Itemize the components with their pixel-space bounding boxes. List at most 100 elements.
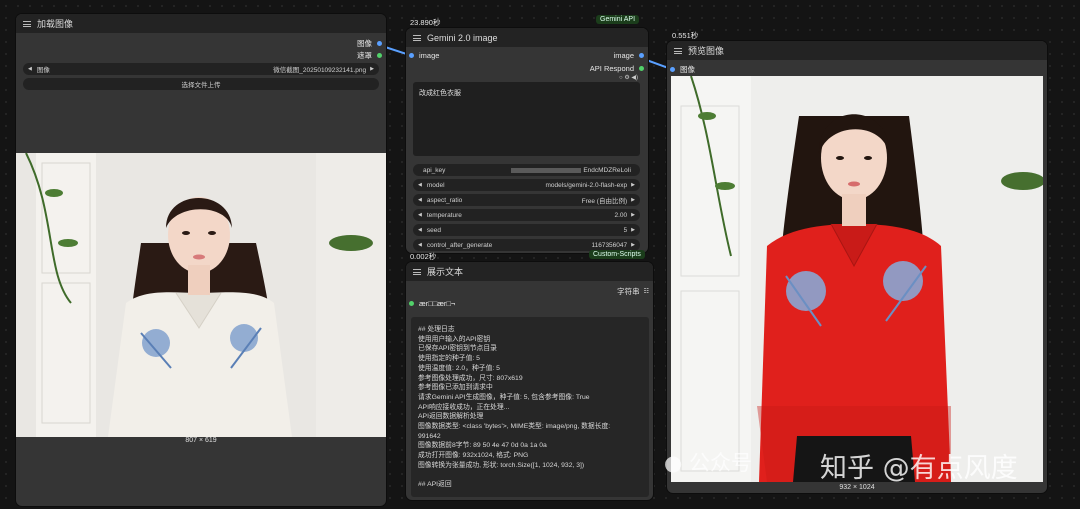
widget-label: seed (426, 226, 441, 234)
grid-icon[interactable]: ☷ (644, 288, 649, 295)
output-image-preview (671, 76, 1043, 482)
log-line: 图像转换为张量成功, 形状: torch.Size([1, 1024, 932,… (418, 461, 585, 469)
seed-widget[interactable]: ◀ seed 5 ▶ (413, 224, 640, 236)
widget-label: model (426, 181, 445, 189)
arrow-left-icon[interactable]: ◀ (418, 182, 422, 188)
slot-dot-icon[interactable] (409, 53, 414, 58)
output-mask-slot[interactable]: 遮罩 (357, 50, 382, 61)
arrow-right-icon[interactable]: ▶ (631, 227, 635, 233)
circle-icon[interactable]: ○ (619, 75, 623, 81)
log-line: 图像数据类型: <class 'bytes'>, MIME类型: image/p… (418, 423, 611, 431)
input-text-slot[interactable]: ær□□ær□¬ (409, 299, 455, 308)
aspect-ratio-widget[interactable]: ◀ aspect_ratio Free (自由比例) ▶ (413, 194, 640, 206)
widget-label: api_key (423, 166, 446, 174)
log-text: ## 处理日志使用用户输入的API密钥 已保存API密钥到节点目录 使用指定的种子值… (418, 325, 610, 490)
log-line: ## API返回 (418, 481, 452, 489)
node-title-bar[interactable]: 加载图像 (16, 14, 386, 33)
menu-icon[interactable] (413, 34, 421, 41)
wechat-icon: ● (664, 451, 683, 475)
log-line: 参考图像已添加到请求中 (418, 384, 493, 392)
gear-icon[interactable]: ⚙ (624, 75, 629, 81)
widget-value: 5 (623, 226, 628, 234)
widget-value: 微信截图_20250109232141.png (273, 67, 367, 74)
slot-label: image (419, 51, 440, 60)
widget-value: 2.00 (614, 211, 628, 219)
arrow-left-icon[interactable]: ◀ (28, 66, 32, 72)
arrow-right-icon[interactable]: ▶ (631, 182, 635, 188)
wechat-watermark: ● 公众号 (664, 447, 752, 477)
menu-icon[interactable] (413, 268, 421, 275)
output-image-slot[interactable]: 图像 (357, 38, 382, 49)
widget-label: temperature (426, 211, 462, 219)
image-size-caption: 807 × 619 (185, 437, 217, 444)
input-image-slot[interactable]: 图像 (670, 64, 695, 75)
slot-label: ær□□ær□¬ (419, 299, 456, 308)
log-line: 使用用户输入的API密钥 (418, 335, 491, 343)
slot-label: 字符串 (617, 287, 640, 296)
arrow-right-icon[interactable]: ▶ (631, 197, 635, 203)
arrow-right-icon[interactable]: ▶ (631, 212, 635, 218)
output-image-slot[interactable]: image (614, 51, 644, 60)
widget-value: models/gemini-2.0-flash-exp (545, 181, 628, 189)
node-title: 展示文本 (427, 267, 464, 277)
node-title: 预览图像 (688, 46, 725, 56)
node-title-bar[interactable]: 展示文本 (406, 262, 653, 281)
node-title-bar[interactable]: Gemini 2.0 image (406, 28, 648, 47)
execution-time: 0.002秒 (410, 252, 437, 261)
gemini-image-node[interactable]: Gemini 2.0 image image image API Respond… (406, 28, 648, 253)
output-string-slot[interactable]: 字符串 ☷ (617, 286, 649, 297)
slot-label: 图像 (680, 65, 695, 74)
prompt-textarea[interactable]: 改成红色衣服 (413, 82, 640, 156)
zhihu-watermark: 知乎 @有点风度 (820, 453, 1018, 484)
api-key-widget[interactable]: api_key EndcMDZReLoIi (413, 164, 640, 176)
slot-label: image (613, 51, 634, 60)
slot-dot-icon[interactable] (377, 41, 382, 46)
widget-value: EndcMDZReLoIi (583, 166, 631, 174)
menu-icon[interactable] (674, 47, 682, 54)
menu-icon[interactable] (23, 20, 31, 27)
log-line: ## 处理日志 (418, 326, 455, 333)
slot-dot-icon[interactable] (409, 301, 414, 306)
widget-value: 1167356047 (591, 241, 628, 249)
slot-label: 遮罩 (357, 51, 372, 60)
arrow-right-icon[interactable]: ▶ (370, 66, 374, 72)
load-image-node[interactable]: 加载图像 图像 遮罩 ◀ 图像 微信截图_20250109232141.png … (16, 14, 386, 506)
arrow-left-icon[interactable]: ◀ (418, 212, 422, 218)
log-line: 使用指定的种子值: 5 (418, 355, 480, 363)
slot-label: 图像 (357, 39, 372, 48)
temperature-widget[interactable]: ◀ temperature 2.00 ▶ (413, 209, 640, 221)
widget-label: control_after_generate (426, 241, 493, 249)
output-api-respond-slot[interactable]: API Respond (590, 64, 644, 73)
arrow-left-icon[interactable]: ◀ (418, 197, 422, 203)
image-select-widget[interactable]: ◀ 图像 微信截图_20250109232141.png ▶ (23, 63, 379, 75)
node-status-icons: ○ ⚙ ◀) (619, 74, 638, 81)
node-title-bar[interactable]: 预览图像 (667, 41, 1047, 60)
slot-dot-icon[interactable] (639, 53, 644, 58)
preview-image-node[interactable]: 预览图像 图像 932 × 1024 (667, 41, 1047, 493)
log-line: 已保存API密钥到节点目录 (418, 345, 497, 353)
model-widget[interactable]: ◀ model models/gemini-2.0-flash-exp ▶ (413, 179, 640, 191)
arrow-left-icon[interactable]: ◀ (418, 242, 422, 248)
log-line: 成功打开图像: 932x1024, 格式: PNG (418, 452, 529, 460)
arrow-right-icon[interactable]: ▶ (631, 242, 635, 248)
slot-dot-icon[interactable] (670, 67, 675, 72)
log-line: 991642 (418, 432, 441, 440)
log-line: 图像数据前8字节: 89 50 4e 47 0d 0a 1a 0a (418, 442, 547, 450)
speaker-icon[interactable]: ◀) (631, 75, 638, 81)
prompt-text: 改成红色衣服 (419, 90, 461, 97)
input-image-slot[interactable]: image (409, 51, 439, 60)
node-title: Gemini 2.0 image (427, 32, 498, 43)
upload-button[interactable]: 选择文件上传 (23, 78, 379, 90)
watermark-secondary: 公众号 (689, 451, 753, 475)
arrow-left-icon[interactable]: ◀ (418, 227, 422, 233)
execution-time: 0.551秒 (672, 31, 699, 40)
slot-dot-icon[interactable] (639, 66, 644, 71)
slot-dot-icon[interactable] (377, 53, 382, 58)
log-line: 使用温度值: 2.0，种子值: 5 (418, 364, 500, 372)
log-line: API返回数据解析处理 (418, 413, 484, 421)
slot-label: API Respond (589, 64, 634, 73)
show-text-node[interactable]: 展示文本 字符串 ☷ ær□□ær□¬ ## 处理日志使用用户输入的API密钥已… (406, 262, 653, 500)
masked-key (511, 167, 582, 173)
log-line: API响应接收成功，正在处理... (418, 403, 510, 411)
